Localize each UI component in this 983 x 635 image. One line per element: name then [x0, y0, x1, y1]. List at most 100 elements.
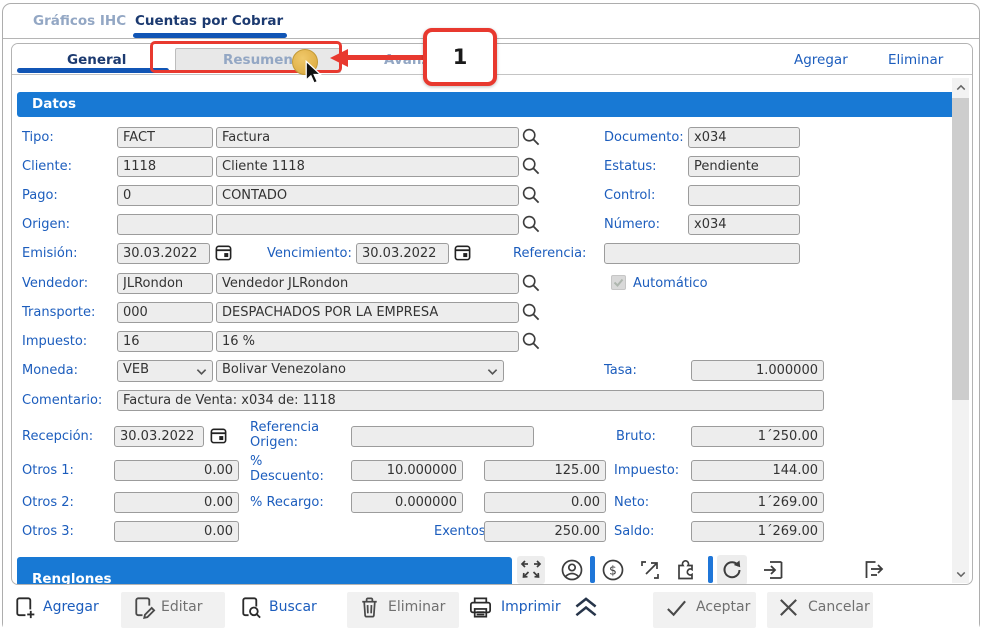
emision-calendar-icon[interactable]	[214, 243, 233, 266]
app-window: Gráficos IHC Cuentas por Cobrar General …	[0, 0, 983, 635]
automatico-checkbox[interactable]	[611, 275, 626, 290]
cancelar-label: Cancelar	[808, 599, 870, 615]
cliente-code-field[interactable]	[117, 156, 213, 177]
automatico-label: Automático	[633, 276, 708, 291]
bruto-label: Bruto:	[616, 429, 656, 444]
recepcion-calendar-icon[interactable]	[209, 426, 228, 449]
close-icon[interactable]	[777, 596, 800, 623]
exentos-field[interactable]	[484, 521, 606, 542]
recargo-pct-field[interactable]	[351, 492, 463, 513]
transporte-search-icon[interactable]	[521, 302, 541, 326]
active-tab-underline	[133, 33, 287, 38]
moneda-code-select[interactable]: VEB	[117, 360, 213, 382]
vendedor-label: Vendedor:	[22, 276, 88, 291]
descuento-pct-field[interactable]	[351, 460, 463, 481]
plugin-icon[interactable]	[672, 556, 700, 585]
pago-desc-field[interactable]	[216, 185, 519, 206]
trash-icon[interactable]	[356, 594, 383, 625]
documento-field[interactable]	[688, 127, 800, 148]
renglones-eliminar-button[interactable]: Eliminar	[888, 52, 943, 68]
impuesto-code-field[interactable]	[117, 331, 213, 352]
otros3-field[interactable]	[114, 521, 239, 542]
pago-code-field[interactable]	[117, 185, 213, 206]
transporte-code-field[interactable]	[117, 302, 213, 323]
scroll-down-button[interactable]	[952, 565, 969, 583]
add-row-icon[interactable]	[760, 556, 788, 585]
tab-general[interactable]: General	[67, 52, 126, 68]
numero-field[interactable]	[688, 214, 800, 235]
imprimir-button[interactable]: Imprimir	[501, 599, 561, 615]
referencia-field[interactable]	[604, 243, 800, 264]
tab-general-underline	[17, 68, 169, 73]
vendedor-desc-field[interactable]	[216, 273, 519, 294]
recargo-amount-field[interactable]	[484, 492, 606, 513]
check-icon[interactable]	[665, 597, 688, 623]
vendedor-search-icon[interactable]	[521, 273, 541, 297]
tipo-code-field[interactable]	[117, 127, 213, 148]
window-frame: Gráficos IHC Cuentas por Cobrar General …	[2, 3, 980, 632]
tipo-desc-field[interactable]	[216, 127, 519, 148]
currency-icon[interactable]: $	[599, 556, 627, 585]
tasa-field[interactable]	[691, 360, 824, 381]
saldo-label: Saldo:	[614, 524, 654, 539]
buscar-button[interactable]: Buscar	[269, 599, 317, 615]
eliminar-label: Eliminar	[388, 599, 445, 615]
vendedor-code-field[interactable]	[117, 273, 213, 294]
origen-code-field[interactable]	[117, 214, 213, 235]
impuesto-total-field[interactable]	[691, 460, 824, 481]
tipo-search-icon[interactable]	[521, 127, 541, 151]
otros2-label: Otros 2:	[22, 495, 74, 510]
cliente-desc-field[interactable]	[216, 156, 519, 177]
saldo-field[interactable]	[691, 521, 824, 542]
otros1-field[interactable]	[114, 460, 239, 481]
agregar-icon[interactable]	[11, 594, 38, 625]
collapse-toolbar-icon[interactable]	[571, 595, 601, 624]
fit-columns-icon[interactable]	[517, 556, 545, 584]
comentario-label: Comentario:	[22, 393, 102, 408]
descuento-amount-field[interactable]	[484, 460, 606, 481]
agregar-button[interactable]: Agregar	[43, 599, 99, 615]
remove-row-icon[interactable]	[860, 556, 888, 585]
imprimir-icon[interactable]	[466, 594, 495, 625]
referencia-origen-field[interactable]	[351, 426, 534, 447]
refresh-icon[interactable]	[717, 555, 747, 585]
content-panel: General Resumen Avanz Datos Tipo: Docume…	[11, 43, 973, 585]
moneda-desc-value: Bolivar Venezolano	[222, 362, 346, 377]
tab-graficos-ihc[interactable]: Gráficos IHC	[33, 13, 126, 29]
otros3-label: Otros 3:	[22, 524, 74, 539]
otros2-field[interactable]	[114, 492, 239, 513]
vencimiento-date-field[interactable]	[356, 243, 449, 264]
annotation-arrow-line	[347, 55, 427, 60]
renglones-agregar-button[interactable]: Agregar	[794, 52, 848, 68]
scroll-up-button[interactable]	[952, 78, 969, 96]
tab-cuentas-por-cobrar[interactable]: Cuentas por Cobrar	[135, 13, 283, 29]
recepcion-date-field[interactable]	[114, 426, 204, 447]
buscar-icon[interactable]	[237, 594, 264, 625]
origen-search-icon[interactable]	[521, 214, 541, 238]
vencimiento-calendar-icon[interactable]	[453, 243, 472, 266]
comentario-field[interactable]	[117, 390, 824, 411]
transporte-label: Transporte:	[22, 305, 95, 320]
toolbar-separator	[708, 556, 713, 583]
neto-field[interactable]	[691, 492, 824, 513]
recepcion-label: Recepción:	[22, 429, 93, 444]
pago-search-icon[interactable]	[521, 185, 541, 209]
editar-icon[interactable]	[130, 594, 157, 625]
estatus-field[interactable]	[688, 156, 800, 177]
impuesto-label: Impuesto:	[22, 334, 87, 349]
pago-label: Pago:	[22, 188, 58, 203]
bruto-field[interactable]	[691, 426, 824, 447]
contact-icon[interactable]	[558, 556, 586, 585]
origen-desc-field[interactable]	[216, 214, 519, 235]
recargo-label: % Recargo:	[250, 495, 324, 510]
moneda-desc-select[interactable]: Bolivar Venezolano	[216, 360, 504, 382]
cliente-search-icon[interactable]	[521, 156, 541, 180]
scrollbar-thumb[interactable]	[952, 98, 969, 400]
impuesto-search-icon[interactable]	[521, 331, 541, 355]
open-external-icon[interactable]	[636, 556, 664, 585]
impuesto-desc-field[interactable]	[216, 331, 519, 352]
transporte-desc-field[interactable]	[216, 302, 519, 323]
vertical-scrollbar[interactable]	[952, 78, 969, 583]
emision-date-field[interactable]	[117, 243, 210, 264]
control-field[interactable]	[688, 185, 800, 206]
